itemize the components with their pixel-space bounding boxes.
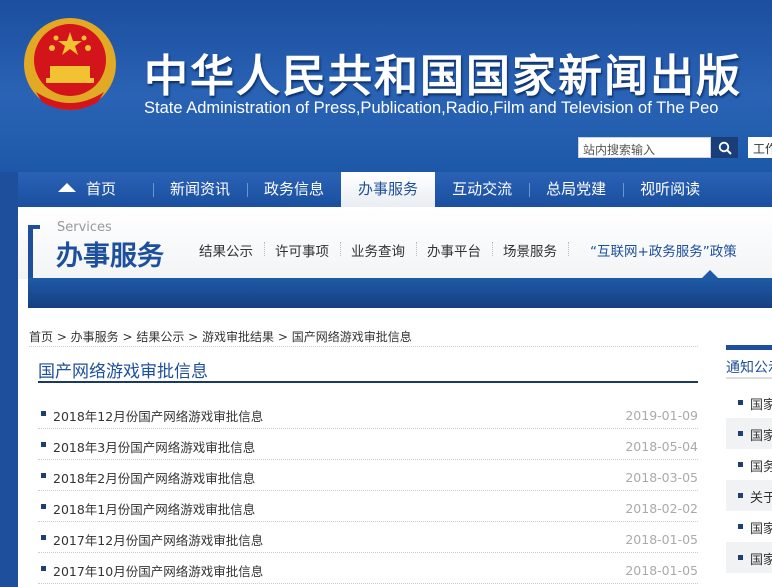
bullet-icon (738, 400, 743, 405)
list-item[interactable]: 2018年1月份国产网络游戏审批信息 2018-02-02 (38, 491, 698, 522)
sidebar-accent (726, 345, 772, 350)
nav-interaction[interactable]: 互动交流 (435, 172, 529, 207)
search-input[interactable]: 站内搜索输入 (578, 137, 711, 158)
notice-item[interactable]: 关于 (726, 480, 772, 511)
subnav-scenario[interactable]: 场景服务 (492, 240, 568, 260)
bullet-icon (738, 493, 743, 498)
list-item[interactable]: 2017年10月份国产网络游戏审批信息 2018-01-05 (38, 553, 698, 584)
notice-item[interactable]: 国家 (726, 542, 772, 573)
list-title: 国产网络游戏审批信息 (38, 362, 208, 382)
services-cn: 办事服务 (56, 241, 164, 272)
notice-list: 国家 国家 国务 关于 国家 国家 (726, 387, 772, 573)
notice-item[interactable]: 国家 (726, 387, 772, 418)
title-underline (38, 381, 698, 383)
bullet-icon (41, 535, 46, 540)
bracket-decoration (28, 225, 40, 280)
nav-party[interactable]: 总局党建 (529, 172, 623, 207)
nav-home[interactable]: 首页 (18, 172, 133, 207)
approval-list: 2018年12月份国产网络游戏审批信息 2019-01-09 2018年3月份国产… (38, 398, 698, 584)
services-en: Services (57, 220, 112, 235)
list-item[interactable]: 2017年12月份国产网络游戏审批信息 2018-01-05 (38, 522, 698, 553)
services-header: Services 办事服务 结果公示 许可事项 业务查询 办事平台 场景服务 “… (18, 207, 772, 308)
bullet-icon (41, 442, 46, 447)
notice-item[interactable]: 国家 (726, 511, 772, 542)
sidebar-title: 通知公示 (726, 360, 772, 376)
services-blue-bar (28, 278, 772, 308)
nav-gov-info[interactable]: 政务信息 (247, 172, 341, 207)
subnav-internet-policy[interactable]: “互联网+政务服务”政策 (568, 240, 748, 260)
breadcrumb[interactable]: 首页 > 办事服务 > 结果公示 > 游戏审批结果 > 国产网络游戏审批信息 (29, 328, 412, 345)
main-nav: 首页 新闻资讯 政务信息 办事服务 互动交流 总局党建 视听阅读 (18, 172, 772, 207)
subnav-results[interactable]: 结果公示 (188, 240, 264, 260)
site-subtitle: State Administration of Press,Publicatio… (144, 99, 719, 117)
list-item[interactable]: 2018年12月份国产网络游戏审批信息 2019-01-09 (38, 398, 698, 429)
subnav-query[interactable]: 业务查询 (340, 240, 416, 260)
subnav-permits[interactable]: 许可事项 (264, 240, 340, 260)
sidebar-divider (726, 377, 772, 379)
list-item[interactable]: 2018年3月份国产网络游戏审批信息 2018-05-04 (38, 429, 698, 460)
bullet-icon (41, 566, 46, 571)
national-emblem-icon (24, 18, 116, 110)
nav-av-reading[interactable]: 视听阅读 (623, 172, 717, 207)
search-button[interactable] (711, 137, 738, 158)
list-item[interactable]: 2018年2月份国产网络游戏审批信息 2018-03-05 (38, 460, 698, 491)
main-content: Services 办事服务 结果公示 许可事项 业务查询 办事平台 场景服务 “… (18, 207, 772, 587)
bullet-icon (738, 524, 743, 529)
bullet-icon (41, 473, 46, 478)
site-title: 中华人民共和国国家新闻出版 (144, 51, 742, 102)
bullet-icon (41, 411, 46, 416)
nav-services[interactable]: 办事服务 (341, 172, 436, 207)
notice-item[interactable]: 国务 (726, 449, 772, 480)
sub-nav: 结果公示 许可事项 业务查询 办事平台 场景服务 “互联网+政务服务”政策 (188, 240, 748, 260)
work-link[interactable]: 工作 (748, 137, 772, 158)
search-icon (718, 141, 732, 155)
bullet-icon (738, 555, 743, 560)
bullet-icon (738, 431, 743, 436)
divider (29, 346, 698, 347)
notice-item[interactable]: 国家 (726, 418, 772, 449)
home-icon (58, 183, 76, 192)
header: 中华人民共和国国家新闻出版 State Administration of Pr… (0, 0, 772, 172)
bullet-icon (738, 462, 743, 467)
bullet-icon (41, 504, 46, 509)
pointer-triangle (702, 270, 718, 278)
subnav-platform[interactable]: 办事平台 (416, 240, 492, 260)
nav-news[interactable]: 新闻资讯 (153, 172, 247, 207)
